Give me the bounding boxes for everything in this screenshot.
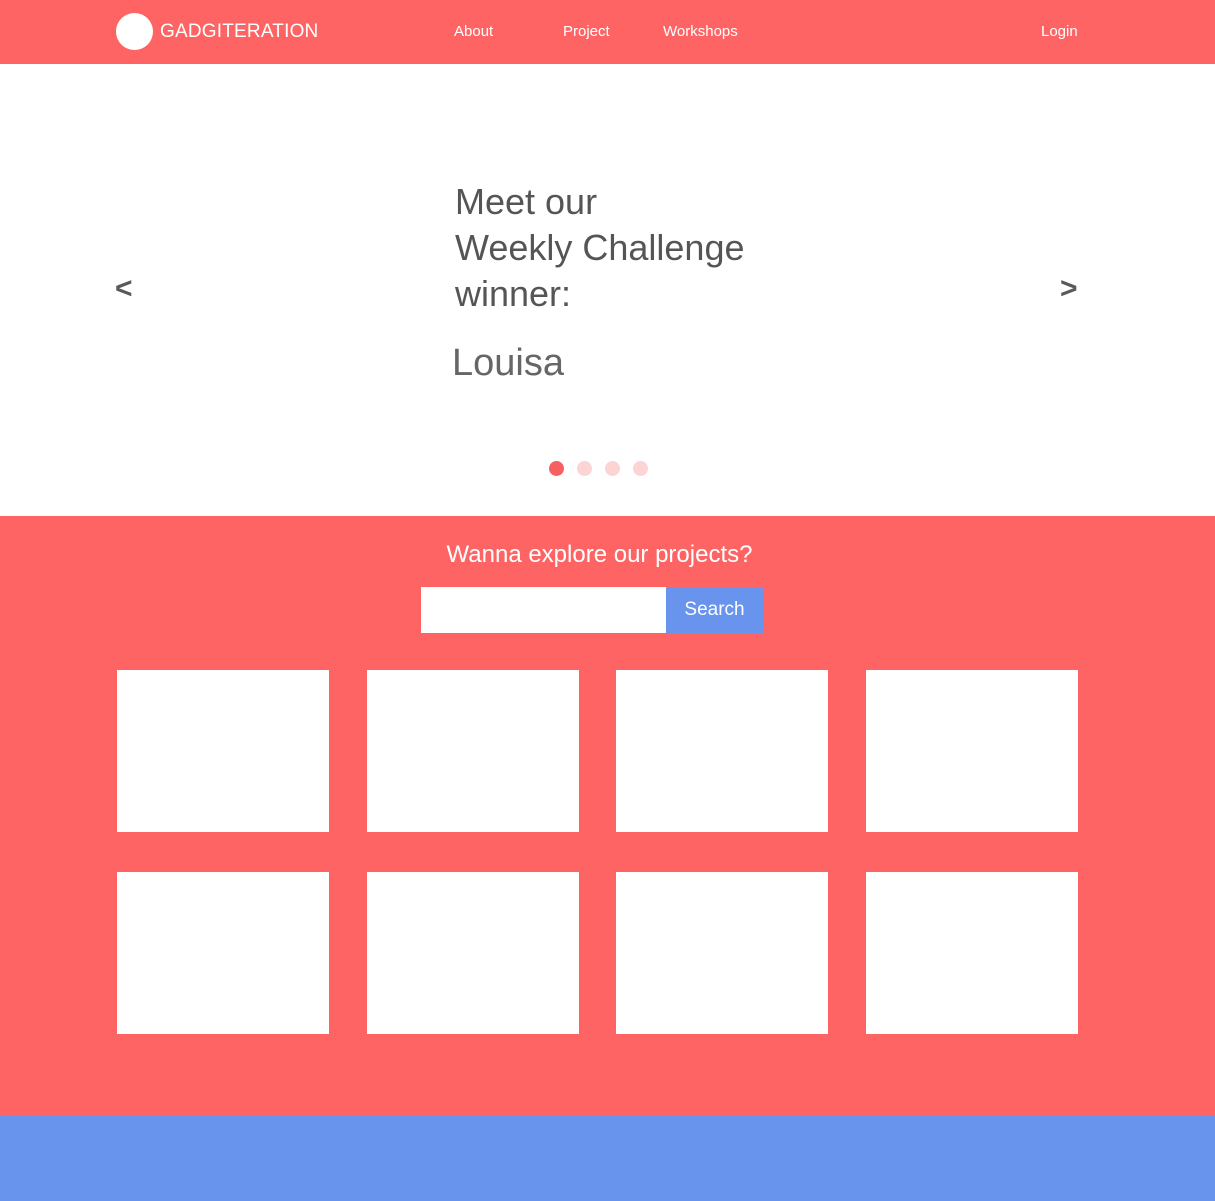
carousel-dot-4[interactable] xyxy=(633,461,648,476)
login-link[interactable]: Login xyxy=(1041,23,1078,41)
page-footer xyxy=(0,1116,1215,1201)
search-button[interactable]: Search xyxy=(666,587,763,633)
winner-name: Louisa xyxy=(452,342,564,384)
carousel-dot-2[interactable] xyxy=(577,461,592,476)
brand-name[interactable]: GADGITERATION xyxy=(160,21,318,43)
nav-workshops[interactable]: Workshops xyxy=(663,23,738,41)
project-tile[interactable] xyxy=(117,670,329,832)
project-tile[interactable] xyxy=(616,872,828,1034)
carousel-dot-3[interactable] xyxy=(605,461,620,476)
carousel-next-button[interactable]: > xyxy=(1060,272,1078,306)
carousel-dot-1[interactable] xyxy=(549,461,564,476)
project-tile[interactable] xyxy=(367,670,579,832)
project-tile[interactable] xyxy=(117,872,329,1034)
top-navigation-bar: GADGITERATION About Project Workshops Lo… xyxy=(0,0,1215,64)
hero-heading-line-1: Meet our xyxy=(455,181,598,222)
nav-project[interactable]: Project xyxy=(563,23,610,41)
project-tile[interactable] xyxy=(866,872,1078,1034)
project-tile[interactable] xyxy=(367,872,579,1034)
hero-heading-line-3: winner: xyxy=(455,273,572,314)
project-search-input[interactable] xyxy=(421,587,666,633)
hero-heading-line-2: Weekly Challenge xyxy=(455,227,745,268)
project-tile[interactable] xyxy=(866,670,1078,832)
nav-about[interactable]: About xyxy=(454,23,493,41)
explore-title: Wanna explore our projects? xyxy=(446,541,753,568)
project-tile[interactable] xyxy=(616,670,828,832)
logo-circle-icon[interactable] xyxy=(116,13,153,50)
carousel-prev-button[interactable]: < xyxy=(115,272,133,306)
explore-projects-section: Wanna explore our projects? Search xyxy=(0,516,1215,1116)
